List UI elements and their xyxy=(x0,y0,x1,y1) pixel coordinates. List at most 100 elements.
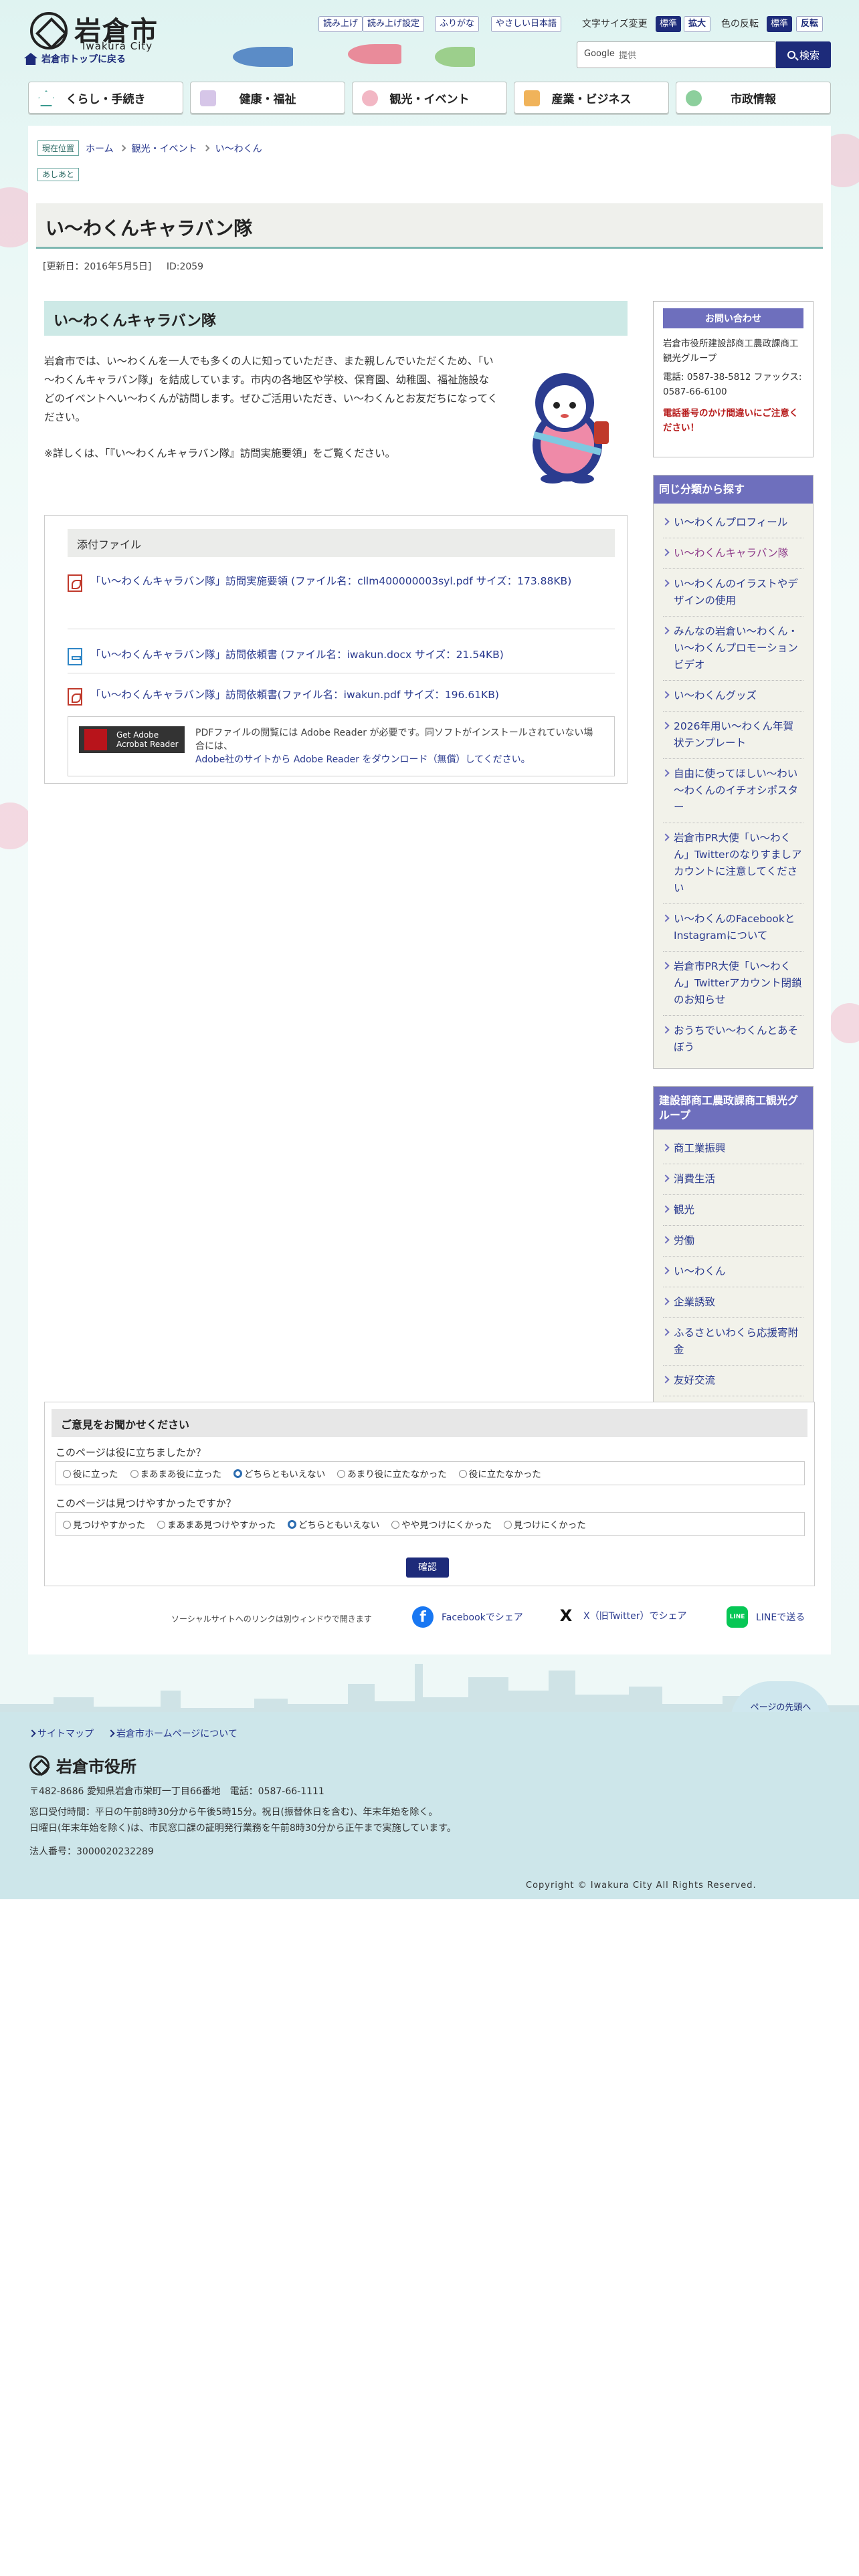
group-link-item[interactable]: 友好交流 xyxy=(663,1366,803,1396)
radio-icon[interactable] xyxy=(391,1521,400,1529)
group-link-link[interactable]: 企業誘致 xyxy=(674,1296,715,1308)
radio-icon[interactable] xyxy=(337,1470,346,1478)
same-category-link[interactable]: みんなの岩倉い～わくん・い～わくんプロモーションビデオ xyxy=(674,625,798,671)
same-category-item[interactable]: おうちでい～わくんとあそぼう xyxy=(663,1016,803,1063)
adobe-reader-download-link[interactable]: Adobe社のサイトから Adobe Reader をダウンロード（無償）してく… xyxy=(195,754,531,765)
sitemap-link[interactable]: サイトマップ xyxy=(29,1727,94,1740)
same-category-link[interactable]: い～わくんのFacebookとInstagramについて xyxy=(674,913,795,942)
same-category-link[interactable]: 岩倉市PR大使「い～わくん」Twitterのなりすましアカウントに注意してくださ… xyxy=(674,832,801,894)
group-link-link[interactable]: 観光 xyxy=(674,1204,694,1216)
survey-option[interactable]: どちらともいえない xyxy=(288,1517,379,1531)
page-meta: [更新日：2016年5月5日] ID:2059 xyxy=(43,259,215,273)
group-link-link[interactable]: 商工業振興 xyxy=(674,1142,726,1154)
breadcrumb-iwakun[interactable]: い～わくん xyxy=(215,142,262,155)
same-category-link[interactable]: い～わくんキャラバン隊 xyxy=(674,547,788,559)
font-large-button[interactable]: 拡大 xyxy=(684,16,711,32)
gnav-label: くらし・手続き xyxy=(66,92,146,106)
group-link-item[interactable]: ふるさといわくら応援寄附金 xyxy=(663,1318,803,1366)
survey-option[interactable]: 役に立った xyxy=(63,1467,118,1480)
gnav-health[interactable]: 健康・福祉 xyxy=(190,82,345,114)
same-category-item[interactable]: い～わくんのイラストやデザインの使用 xyxy=(663,569,803,617)
facebook-share[interactable]: f Facebookでシェア xyxy=(412,1606,523,1628)
survey-option[interactable]: 見つけにくかった xyxy=(503,1517,586,1531)
search-brand: Google xyxy=(584,49,615,59)
gnav-tourism[interactable]: 観光・イベント xyxy=(352,82,507,114)
gnav-city-info[interactable]: 市政情報 xyxy=(676,82,831,114)
home-link[interactable]: 岩倉市トップに戻る xyxy=(24,52,126,66)
facebook-share-link[interactable]: Facebookでシェア xyxy=(442,1610,523,1624)
survey-option[interactable]: まあまあ見つけやすかった xyxy=(157,1517,276,1531)
same-category-link[interactable]: い～わくんグッズ xyxy=(674,689,757,702)
search-button[interactable]: 検索 xyxy=(776,41,831,68)
read-aloud-button[interactable]: 読み上げ xyxy=(318,16,363,32)
x-share[interactable]: X X（旧Twitter）でシェア xyxy=(557,1606,687,1625)
history-button[interactable]: あしあと xyxy=(37,168,80,181)
attachment-link[interactable]: 「い～わくんキャラバン隊」訪問依頼書 (ファイル名：iwakun.docx サイ… xyxy=(90,649,504,661)
group-link-item[interactable]: 労働 xyxy=(663,1226,803,1257)
color-invert-button[interactable]: 反転 xyxy=(796,16,824,32)
survey-option[interactable]: 見つけやすかった xyxy=(63,1517,145,1531)
line-share[interactable]: LINE LINEで送る xyxy=(727,1606,805,1628)
survey-option[interactable]: どちらともいえない xyxy=(233,1467,325,1480)
survey-option-label: 役に立たなかった xyxy=(468,1469,541,1480)
furigana-button[interactable]: ふりがな xyxy=(435,16,480,32)
same-category-link[interactable]: い～わくんのイラストやデザインの使用 xyxy=(674,578,798,607)
attachment-item[interactable]: 「い～わくんキャラバン隊」訪問実施要領 (ファイル名：cllm400000003… xyxy=(68,572,615,629)
group-link-item[interactable]: 消費生活 xyxy=(663,1164,803,1195)
x-share-link[interactable]: X（旧Twitter）でシェア xyxy=(583,1609,687,1622)
same-category-link[interactable]: 岩倉市PR大使「い～わくん」Twitterアカウント閉鎖のお知らせ xyxy=(674,960,801,1006)
radio-icon[interactable] xyxy=(63,1521,71,1529)
group-link-item[interactable]: 商工業振興 xyxy=(663,1134,803,1164)
search-input[interactable] xyxy=(619,47,770,64)
survey-option[interactable]: 役に立たなかった xyxy=(458,1467,541,1480)
group-link-link[interactable]: 消費生活 xyxy=(674,1173,715,1185)
adobe-reader-badge[interactable]: Get Adobe Acrobat Reader xyxy=(79,726,185,753)
same-category-item[interactable]: い～わくんグッズ xyxy=(663,681,803,712)
same-category-link[interactable]: 自由に使ってほしい～わい～わくんのイチオシポスター xyxy=(674,768,798,813)
read-settings-button[interactable]: 読み上げ設定 xyxy=(363,16,425,32)
survey-option[interactable]: まあまあ役に立った xyxy=(130,1467,221,1480)
font-standard-button[interactable]: 標準 xyxy=(656,16,682,32)
easy-japanese-button[interactable]: やさしい日本語 xyxy=(491,16,562,32)
gnav-business[interactable]: 産業・ビジネス xyxy=(514,82,669,114)
radio-icon[interactable] xyxy=(157,1521,165,1529)
radio-icon[interactable] xyxy=(63,1470,71,1478)
attachment-item[interactable]: 「い～わくんキャラバン隊」訪問依頼書(ファイル名：iwakun.pdf サイズ：… xyxy=(68,680,615,710)
radio-icon[interactable] xyxy=(233,1469,242,1478)
survey-option[interactable]: やや見つけにくかった xyxy=(391,1517,492,1531)
radio-icon[interactable] xyxy=(458,1470,467,1478)
attachment-link[interactable]: 「い～わくんキャラバン隊」訪問実施要領 (ファイル名：cllm400000003… xyxy=(90,575,571,587)
same-category-link[interactable]: 2026年用い～わくん年賀状テンプレート xyxy=(674,720,793,749)
same-category-item[interactable]: みんなの岩倉い～わくん・い～わくんプロモーションビデオ xyxy=(663,617,803,681)
attachment-link[interactable]: 「い～わくんキャラバン隊」訪問依頼書(ファイル名：iwakun.pdf サイズ：… xyxy=(90,689,499,701)
group-link-link[interactable]: 労働 xyxy=(674,1235,694,1247)
gnav-living[interactable]: くらし・手続き xyxy=(28,82,183,114)
breadcrumb-tourism[interactable]: 観光・イベント xyxy=(132,142,197,155)
radio-icon[interactable] xyxy=(503,1521,512,1529)
same-category-item[interactable]: い～わくんプロフィール xyxy=(663,508,803,538)
same-category-link[interactable]: おうちでい～わくんとあそぼう xyxy=(674,1025,798,1053)
group-link-item[interactable]: 観光 xyxy=(663,1195,803,1226)
same-category-item[interactable]: い～わくんキャラバン隊 xyxy=(663,538,803,569)
survey-confirm-button[interactable]: 確認 xyxy=(406,1558,449,1578)
radio-icon[interactable] xyxy=(130,1470,138,1478)
same-category-item[interactable]: 2026年用い～わくん年賀状テンプレート xyxy=(663,712,803,759)
same-category-item[interactable]: 岩倉市PR大使「い～わくん」Twitterのなりすましアカウントに注意してくださ… xyxy=(663,823,803,904)
group-link-item[interactable]: 企業誘致 xyxy=(663,1287,803,1318)
same-category-link[interactable]: い～わくんプロフィール xyxy=(674,516,787,528)
breadcrumb-home[interactable]: ホーム xyxy=(86,142,114,155)
same-category-item[interactable]: 自由に使ってほしい～わい～わくんのイチオシポスター xyxy=(663,759,803,823)
attachment-item[interactable]: 「い～わくんキャラバン隊」訪問依頼書 (ファイル名：iwakun.docx サイ… xyxy=(68,636,615,673)
survey-option[interactable]: あまり役に立たなかった xyxy=(337,1467,447,1480)
radio-icon[interactable] xyxy=(288,1520,296,1529)
group-link-link[interactable]: 友好交流 xyxy=(674,1374,715,1386)
same-category-item[interactable]: い～わくんのFacebookとInstagramについて xyxy=(663,904,803,952)
survey-option-label: まあまあ見つけやすかった xyxy=(167,1520,276,1531)
same-category-item[interactable]: 岩倉市PR大使「い～わくん」Twitterアカウント閉鎖のお知らせ xyxy=(663,952,803,1016)
group-link-link[interactable]: ふるさといわくら応援寄附金 xyxy=(674,1327,798,1356)
group-link-item[interactable]: い～わくん xyxy=(663,1257,803,1287)
group-link-link[interactable]: い～わくん xyxy=(674,1265,726,1277)
line-share-link[interactable]: LINEで送る xyxy=(756,1610,805,1624)
about-site-link[interactable]: 岩倉市ホームページについて xyxy=(108,1727,237,1740)
color-standard-button[interactable]: 標準 xyxy=(767,16,793,32)
